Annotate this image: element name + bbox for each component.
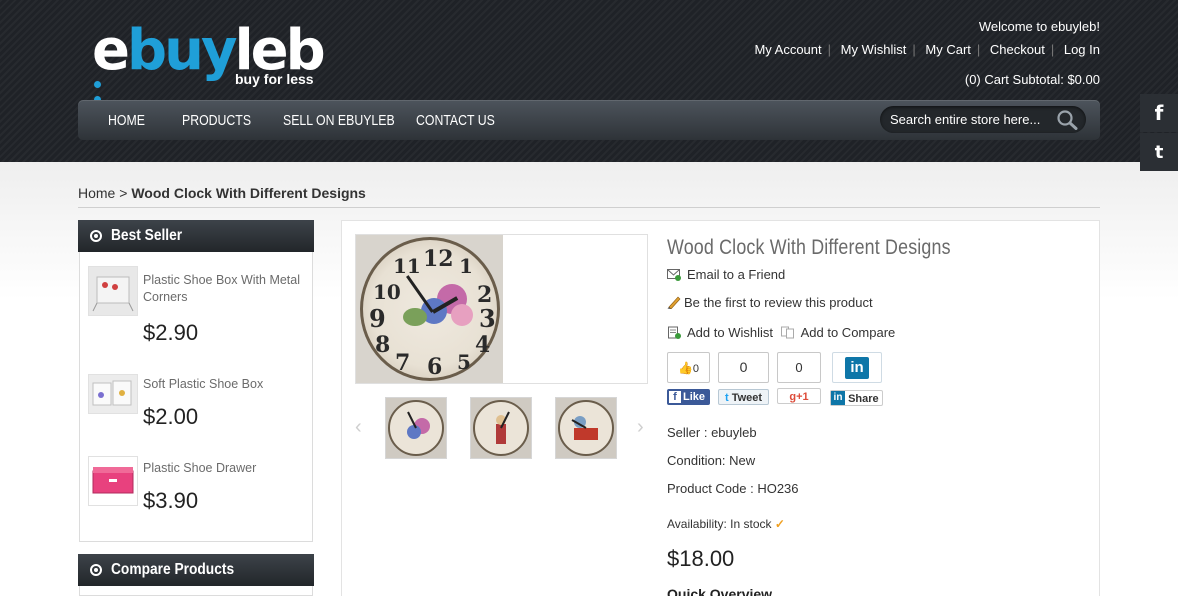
- compare-products-header: Compare Products: [78, 554, 314, 586]
- logo-tagline: buy for less: [235, 71, 314, 87]
- breadcrumb-home[interactable]: Home: [78, 185, 115, 201]
- product-thumbnail[interactable]: [88, 374, 138, 414]
- facebook-icon: f: [669, 391, 681, 403]
- bullet-icon: [90, 230, 102, 242]
- search-box: [880, 106, 1086, 133]
- main-navigation: HOME PRODUCTS SELL ON EBUYLEB CONTACT US: [78, 100, 1100, 140]
- wishlist-compare-actions: Add to Wishlist Add to Compare: [667, 325, 895, 340]
- my-account-link[interactable]: My Account: [754, 42, 821, 57]
- checkout-link[interactable]: Checkout: [990, 42, 1045, 57]
- nav-contact-us[interactable]: CONTACT US: [416, 112, 495, 129]
- compare-icon: [780, 326, 794, 339]
- quick-overview-heading: Quick Overview: [667, 586, 773, 596]
- best-seller-price: $3.90: [143, 488, 199, 513]
- my-wishlist-link[interactable]: My Wishlist: [841, 42, 907, 57]
- best-seller-title: Best Seller: [111, 227, 183, 244]
- my-cart-link[interactable]: My Cart: [925, 42, 971, 57]
- pencil-icon: [667, 296, 681, 309]
- email-friend-link[interactable]: Email to a Friend: [687, 267, 785, 282]
- search-input[interactable]: [890, 111, 1050, 128]
- availability-label: Availability: In stock: [667, 517, 772, 531]
- bullet-icon: [90, 564, 102, 576]
- breadcrumb: Home > Wood Clock With Different Designs: [78, 185, 366, 201]
- shoe-box-metal-image: [89, 267, 137, 315]
- envelope-icon: [667, 269, 681, 281]
- best-seller-name[interactable]: Soft Plastic Shoe Box: [143, 376, 308, 393]
- clock-image: 12 11 1 10 2 9 3 8 4 7 6 5: [356, 235, 503, 383]
- account-links: My Account | My Wishlist | My Cart | Checko…: [754, 42, 1100, 57]
- product-thumbnail[interactable]: [88, 456, 138, 506]
- best-seller-list: Plastic Shoe Box With Metal Corners $2.9…: [79, 252, 313, 542]
- welcome-message: Welcome to ebuyleb!: [978, 19, 1100, 34]
- facebook-like-button[interactable]: f Like: [667, 389, 710, 405]
- best-seller-header: Best Seller: [78, 220, 314, 252]
- soft-shoe-box-image: [89, 375, 137, 413]
- tweet-button[interactable]: t Tweet: [718, 389, 769, 405]
- product-thumbnail[interactable]: [88, 266, 138, 316]
- log-in-link[interactable]: Log In: [1064, 42, 1100, 57]
- email-friend-action[interactable]: Email to a Friend: [667, 267, 785, 282]
- best-seller-price: $2.90: [143, 320, 199, 345]
- review-link[interactable]: Be the first to review this product: [684, 295, 873, 310]
- social-sidebar: f t: [1140, 94, 1178, 172]
- add-to-compare-link[interactable]: Add to Compare: [801, 325, 896, 340]
- linkedin-share-button[interactable]: in Share: [830, 390, 883, 406]
- seller-info: Seller : ebuyleb: [667, 425, 757, 440]
- logo-cart-wheels: [94, 76, 116, 103]
- wishlist-icon: [668, 326, 681, 339]
- main-product-image[interactable]: 12 11 1 10 2 9 3 8 4 7 6 5: [355, 234, 648, 384]
- best-seller-price: $2.00: [143, 404, 199, 429]
- cart-subtotal[interactable]: (0) Cart Subtotal: $0.00: [965, 72, 1100, 87]
- best-seller-name[interactable]: Plastic Shoe Box With Metal Corners: [143, 272, 308, 306]
- tweet-counter: 0: [718, 352, 769, 383]
- breadcrumb-divider: [78, 207, 1100, 208]
- site-header: ebuyleb buy for less Welcome to ebuyleb!…: [0, 0, 1178, 162]
- product-price: $18.00: [667, 546, 735, 571]
- clock-face: 12 11 1 10 2 9 3 8 4 7 6 5: [360, 237, 500, 381]
- linkedin-icon: in: [845, 357, 869, 379]
- thumbnail-1[interactable]: [385, 397, 447, 459]
- breadcrumb-separator: >: [115, 185, 132, 201]
- nav-products[interactable]: PRODUCTS: [182, 112, 251, 129]
- checkmark-icon: ✓: [774, 517, 785, 531]
- chevron-left-icon[interactable]: ‹: [355, 416, 362, 439]
- add-to-wishlist-link[interactable]: Add to Wishlist: [687, 325, 773, 340]
- facebook-icon[interactable]: f: [1140, 94, 1178, 132]
- compare-products-body: [79, 586, 313, 596]
- compare-products-title: Compare Products: [111, 561, 235, 578]
- twitter-icon[interactable]: t: [1140, 133, 1178, 171]
- search-icon[interactable]: [1056, 110, 1078, 130]
- product-title: Wood Clock With Different Designs: [667, 236, 951, 259]
- nav-sell-on-ebuyleb[interactable]: SELL ON EBUYLEB: [283, 112, 395, 129]
- availability: Availability: In stock ✓: [667, 517, 785, 531]
- product-code: Product Code : HO236: [667, 481, 799, 496]
- thumbs-up-icon: 👍: [677, 361, 693, 375]
- google-plus-button[interactable]: g+1: [777, 388, 821, 404]
- condition-info: Condition: New: [667, 453, 756, 468]
- breadcrumb-current: Wood Clock With Different Designs: [131, 185, 366, 201]
- best-seller-name[interactable]: Plastic Shoe Drawer: [143, 460, 308, 477]
- linkedin-counter: in: [832, 352, 882, 383]
- thumbnail-3[interactable]: [555, 397, 617, 459]
- linkedin-small-icon: in: [831, 391, 845, 405]
- facebook-like-counter: 👍0: [667, 352, 710, 383]
- chevron-right-icon[interactable]: ›: [637, 416, 644, 439]
- ebuyleb-logo[interactable]: ebuyleb buy for less: [92, 20, 326, 103]
- twitter-icon: t: [724, 392, 729, 404]
- thumbnail-carousel: ‹ ›: [355, 397, 648, 459]
- review-action[interactable]: Be the first to review this product: [667, 295, 873, 310]
- shoe-drawer-image: [89, 457, 137, 505]
- nav-home[interactable]: HOME: [108, 112, 145, 129]
- google-plus-counter: 0: [777, 352, 821, 383]
- thumbnail-2[interactable]: [470, 397, 532, 459]
